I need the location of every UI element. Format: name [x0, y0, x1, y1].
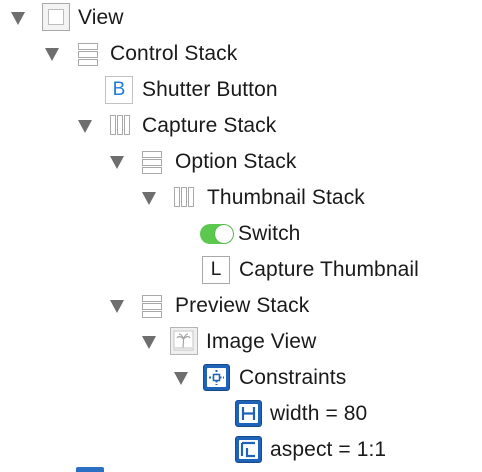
- width-constraint-icon: [235, 400, 262, 427]
- disclosure-triangle-icon[interactable]: [174, 372, 188, 385]
- partial-row-icon: [76, 467, 104, 472]
- disclosure-triangle-icon[interactable]: [11, 12, 25, 25]
- switch-icon: [200, 224, 234, 244]
- disclosure-triangle-icon[interactable]: [110, 300, 124, 313]
- outline-row-shutter-button[interactable]: B Shutter Button: [0, 72, 482, 108]
- outline-row-constraints[interactable]: Constraints: [0, 360, 482, 396]
- button-icon: B: [105, 76, 133, 104]
- outline-row-switch[interactable]: Switch: [0, 216, 482, 252]
- outline-row-option-stack[interactable]: Option Stack: [0, 144, 482, 180]
- image-view-icon: [170, 327, 198, 355]
- horizontal-stack-icon: [106, 111, 134, 139]
- outline-row-capture-thumbnail[interactable]: L Capture Thumbnail: [0, 252, 482, 288]
- outline-label: View: [78, 6, 124, 29]
- outline-label: Thumbnail Stack: [207, 186, 365, 209]
- vertical-stack-icon: [74, 39, 102, 67]
- outline-label: Option Stack: [175, 150, 297, 173]
- outline-row-control-stack[interactable]: Control Stack: [0, 36, 482, 72]
- outline-label: Shutter Button: [142, 78, 278, 101]
- view-icon: [42, 3, 70, 31]
- disclosure-triangle-icon[interactable]: [78, 120, 92, 133]
- outline-row-preview-stack[interactable]: Preview Stack: [0, 288, 482, 324]
- outline-label: Image View: [206, 330, 317, 353]
- outline-label: Capture Stack: [142, 114, 277, 137]
- outline-label: Preview Stack: [175, 294, 310, 317]
- vertical-stack-icon: [138, 147, 166, 175]
- outline-label: width = 80: [270, 402, 368, 425]
- vertical-stack-icon: [138, 291, 166, 319]
- constraints-icon: [203, 364, 230, 391]
- outline-row-aspect-constraint[interactable]: aspect = 1:1: [0, 432, 482, 468]
- disclosure-triangle-icon[interactable]: [110, 156, 124, 169]
- outline-label: Control Stack: [110, 42, 238, 65]
- disclosure-triangle-icon[interactable]: [142, 192, 156, 205]
- disclosure-triangle-icon[interactable]: [45, 48, 59, 61]
- outline-label: aspect = 1:1: [270, 438, 387, 461]
- aspect-constraint-icon: [235, 436, 262, 463]
- outline-row-capture-stack[interactable]: Capture Stack: [0, 108, 482, 144]
- outline-label: Capture Thumbnail: [239, 258, 419, 281]
- disclosure-triangle-icon[interactable]: [142, 336, 156, 349]
- outline-label: Constraints: [239, 366, 347, 389]
- outline-row-width-constraint[interactable]: width = 80: [0, 396, 482, 432]
- outline-row-thumbnail-stack[interactable]: Thumbnail Stack: [0, 180, 482, 216]
- horizontal-stack-icon: [170, 183, 198, 211]
- outline-row-view[interactable]: View: [0, 0, 482, 36]
- label-icon: L: [202, 256, 230, 284]
- outline-row-image-view[interactable]: Image View: [0, 324, 482, 360]
- outline-label: Switch: [238, 222, 301, 245]
